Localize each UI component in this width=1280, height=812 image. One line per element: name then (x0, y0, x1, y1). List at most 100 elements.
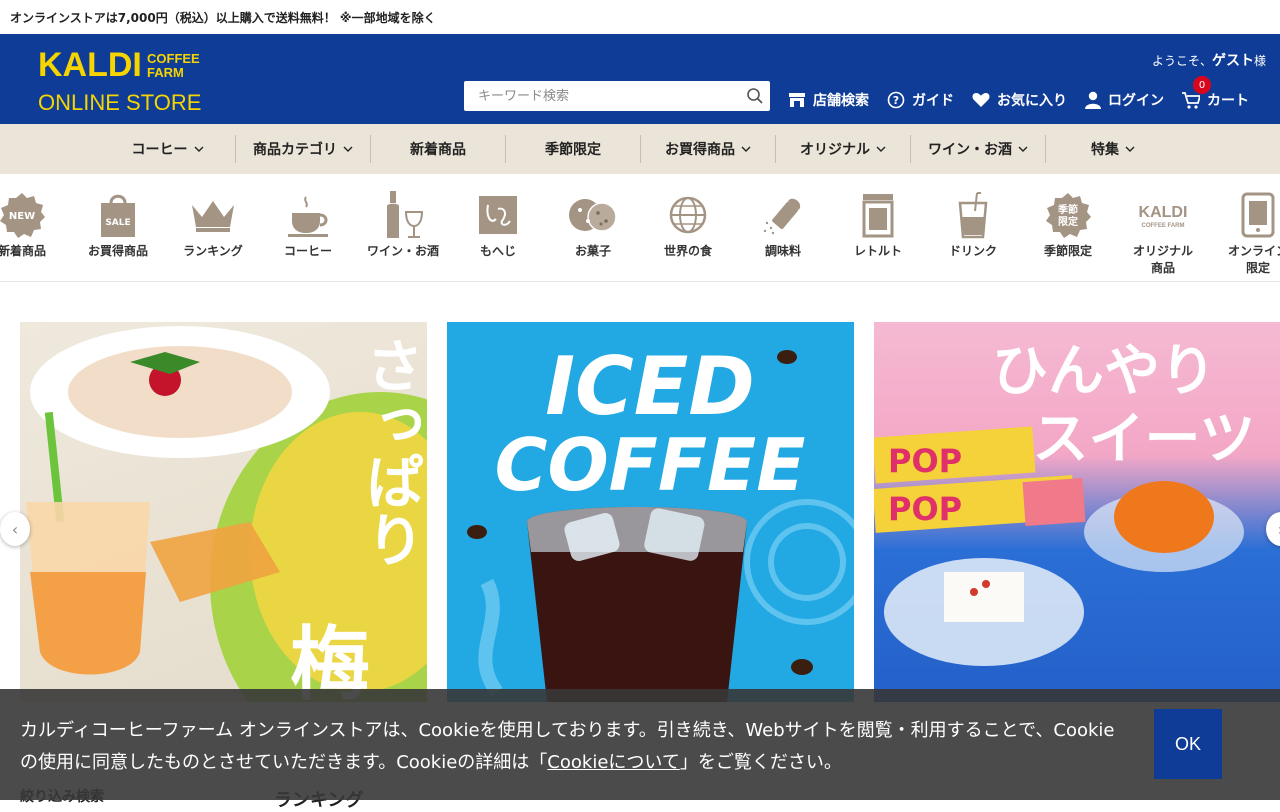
favorites-link[interactable]: お気に入り (972, 90, 1067, 110)
header-nav: 店舗検索 ? ガイド お気に入り ログイン 0 カート (788, 76, 1249, 110)
crown-icon (192, 201, 234, 232)
guide-label: ガイド (912, 93, 954, 109)
icon-link-retort[interactable]: レトルト (828, 190, 928, 259)
icon-label-seasonal: 季節限定 (1043, 244, 1092, 258)
carousel-prev-button[interactable]: ‹ (0, 512, 30, 546)
icon-link-drink[interactable]: ドリンク (923, 190, 1023, 259)
svg-text:ONLINE STORE: ONLINE STORE (38, 90, 201, 115)
nav-original[interactable]: オリジナル (775, 135, 910, 163)
store-icon (789, 93, 805, 107)
cart-label: カート (1207, 93, 1249, 109)
icon-link-ranking[interactable]: ランキング (163, 190, 263, 259)
svg-text:スイーツ: スイーツ (1033, 407, 1256, 472)
icon-link-world-food[interactable]: 世界の食 (638, 190, 738, 259)
svg-text:FARM: FARM (147, 65, 184, 80)
search-input[interactable] (464, 81, 740, 111)
icon-label-coffee: コーヒー (283, 244, 332, 258)
banner-hinyari-sweets[interactable]: ひんやり スイーツ POP POP (874, 322, 1280, 702)
icon-label-original-line2: 商品 (1150, 261, 1175, 275)
banner-ume-art: さっぱり 梅 (26, 326, 427, 702)
chevron-left-icon: ‹ (11, 519, 19, 539)
icon-link-new[interactable]: NEW 新着商品 (0, 190, 72, 259)
salt-shaker-icon (763, 198, 801, 235)
chevron-down-icon (1018, 146, 1028, 152)
smartphone-icon (1241, 192, 1275, 238)
banner-ume[interactable]: さっぱり 梅 (20, 322, 427, 702)
icon-label-new: 新着商品 (0, 244, 46, 258)
user-icon (1085, 91, 1101, 109)
welcome-message: ようこそ、ゲスト様 (1152, 50, 1266, 70)
guide-link[interactable]: ? ガイド (887, 90, 954, 110)
svg-text:さっぱり: さっぱり (356, 336, 424, 568)
cookie-text: カルディコーヒーファーム オンラインストアは、Cookieを使用しております。引… (20, 715, 1130, 779)
category-nav: コーヒー 商品カテゴリ 新着商品 季節限定 お買得商品 オリジナル ワイン・お酒… (0, 124, 1280, 174)
kaldi-logo[interactable]: KALDI COFFEE FARM ONLINE STORE (38, 46, 208, 116)
icon-label-seasoning: 調味料 (764, 244, 801, 258)
svg-text:SALE: SALE (105, 218, 130, 228)
svg-text:COFFEE: COFFEE (495, 423, 806, 507)
svg-text:NEW: NEW (9, 211, 35, 222)
new-badge-icon: NEW (0, 193, 45, 238)
icon-label-world-food: 世界の食 (663, 244, 712, 258)
welcome-prefix: ようこそ、 (1151, 54, 1212, 68)
cookie-banner: カルディコーヒーファーム オンラインストアは、Cookieを使用しております。引… (0, 689, 1280, 800)
banner-carousel: さっぱり 梅 ICED COFFEE ひんやり スイーツ POP POP (0, 322, 1280, 702)
cookie-icon (569, 199, 617, 232)
banner-iced-coffee[interactable]: ICED COFFEE (447, 322, 854, 702)
cookie-ok-button[interactable]: OK (1154, 709, 1222, 779)
login-link[interactable]: ログイン (1085, 90, 1164, 110)
cookie-text-after: 」をご覧ください。 (679, 752, 842, 773)
nav-product-category[interactable]: 商品カテゴリ (235, 135, 370, 163)
svg-text:限定: 限定 (1058, 215, 1078, 228)
seasonal-badge-icon: 季節限定 (1046, 193, 1091, 238)
globe-icon (669, 196, 707, 234)
icon-link-sale[interactable]: SALE お買得商品 (68, 190, 168, 259)
icon-link-original[interactable]: KALDI COFFEE FARM オリジナル 商品 (1113, 190, 1213, 276)
welcome-user-name: ゲスト (1211, 53, 1254, 69)
svg-text:季節: 季節 (1057, 203, 1078, 216)
chevron-down-icon (741, 146, 751, 152)
icon-link-seasoning[interactable]: 調味料 (733, 190, 833, 259)
search-icon[interactable] (740, 81, 770, 111)
store-search-link[interactable]: 店舗検索 (788, 90, 869, 110)
sale-bag-icon: SALE (101, 194, 135, 237)
icon-link-coffee[interactable]: コーヒー (258, 190, 358, 259)
icon-link-online-limited[interactable]: オンライン 限定 (1208, 190, 1280, 276)
icon-link-wine[interactable]: ワイン・お酒 (353, 190, 453, 259)
drink-icon (958, 192, 988, 239)
nav-seasonal[interactable]: 季節限定 (505, 135, 640, 163)
nav-bargain-label: お買得商品 (665, 142, 735, 158)
nav-product-category-label: 商品カテゴリ (253, 142, 337, 158)
icon-label-online-line1: オンライン (1227, 244, 1280, 258)
search-box (464, 81, 770, 111)
mohei-icon (479, 196, 517, 234)
svg-text:COFFEE FARM: COFFEE FARM (1142, 223, 1185, 229)
icon-link-seasonal[interactable]: 季節 限定 季節限定 (1018, 190, 1118, 259)
coffee-cup-icon (288, 196, 328, 237)
kaldi-logo-icon: KALDI COFFEE FARM (1139, 204, 1188, 229)
welcome-suffix: 様 (1253, 54, 1266, 68)
chevron-down-icon (194, 146, 203, 152)
cart-link[interactable]: 0 カート (1182, 76, 1249, 110)
nav-wine-label: ワイン・お酒 (928, 142, 1012, 158)
nav-seasonal-label: 季節限定 (545, 142, 601, 158)
nav-feature[interactable]: 特集 (1045, 135, 1180, 163)
nav-wine[interactable]: ワイン・お酒 (910, 135, 1045, 163)
nav-bargain[interactable]: お買得商品 (640, 135, 775, 163)
svg-text:ひんやり: ひんやり (992, 339, 1216, 404)
nav-coffee[interactable]: コーヒー (100, 135, 235, 163)
icon-label-sale: お買得商品 (87, 244, 148, 258)
banner-hinyari-art: ひんやり スイーツ POP POP (874, 339, 1256, 666)
icon-link-mohei[interactable]: もへじ (448, 190, 548, 259)
icon-link-sweets[interactable]: お菓子 (543, 190, 643, 259)
cookie-policy-link[interactable]: Cookieについて (547, 752, 680, 773)
icon-label-sweets: お菓子 (574, 244, 611, 258)
heart-icon (972, 92, 990, 107)
chevron-down-icon (876, 146, 886, 152)
svg-text:COFFEE: COFFEE (147, 51, 200, 66)
cart-icon (1182, 91, 1200, 109)
nav-new-products[interactable]: 新着商品 (370, 135, 505, 163)
login-label: ログイン (1108, 93, 1164, 109)
announcement-bar: オンラインストアは7,000円（税込）以上購入で送料無料！ ※一部地域を除く (0, 0, 1280, 34)
svg-text:KALDI: KALDI (1139, 204, 1188, 221)
